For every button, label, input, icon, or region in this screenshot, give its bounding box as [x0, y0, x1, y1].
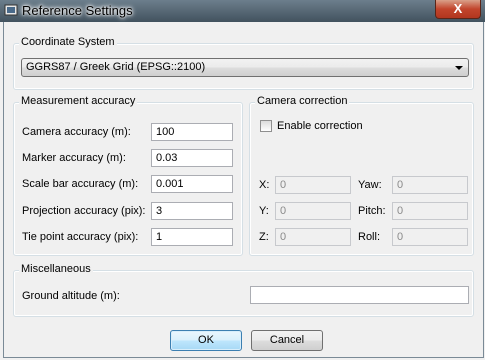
yaw-label: Yaw:	[358, 179, 382, 191]
pitch-input[interactable]: 0	[392, 202, 468, 220]
y-label: Y:	[259, 205, 269, 217]
pitch-label: Pitch:	[358, 205, 386, 217]
tie-point-accuracy-label: Tie point accuracy (pix):	[22, 231, 139, 243]
title-bar[interactable]: Reference Settings X	[0, 0, 485, 22]
camera-correction-group-label: Camera correction	[255, 95, 350, 107]
projection-accuracy-input[interactable]: 3	[151, 202, 233, 220]
chevron-down-icon	[455, 66, 463, 70]
coordinate-system-select[interactable]: GGRS87 / Greek Grid (EPSG::2100)	[21, 58, 469, 77]
enable-correction-checkbox[interactable]	[260, 120, 272, 132]
camera-accuracy-input[interactable]: 100	[151, 123, 233, 141]
z-input[interactable]: 0	[275, 228, 351, 246]
roll-label: Roll:	[358, 231, 381, 243]
cancel-button[interactable]: Cancel	[251, 330, 323, 351]
z-label: Z:	[259, 231, 269, 243]
tie-point-accuracy-input[interactable]: 1	[151, 228, 233, 246]
miscellaneous-group-label: Miscellaneous	[19, 263, 93, 275]
roll-input[interactable]: 0	[392, 228, 468, 246]
app-icon	[4, 4, 18, 16]
enable-correction-label: Enable correction	[277, 120, 363, 132]
marker-accuracy-label: Marker accuracy (m):	[22, 152, 126, 164]
camera-accuracy-label: Camera accuracy (m):	[22, 126, 131, 138]
projection-accuracy-label: Projection accuracy (pix):	[22, 205, 146, 217]
y-input[interactable]: 0	[275, 202, 351, 220]
measurement-accuracy-group-label: Measurement accuracy	[19, 95, 138, 107]
ground-altitude-input[interactable]	[250, 286, 469, 304]
scale-bar-accuracy-input[interactable]: 0.001	[151, 175, 233, 193]
coordinate-system-group-label: Coordinate System	[19, 36, 117, 48]
scale-bar-accuracy-label: Scale bar accuracy (m):	[22, 178, 139, 190]
marker-accuracy-input[interactable]: 0.03	[151, 149, 233, 167]
window-title: Reference Settings	[22, 3, 133, 18]
yaw-input[interactable]: 0	[392, 176, 468, 194]
dialog-body: Coordinate System GGRS87 / Greek Grid (E…	[3, 22, 484, 358]
ok-button[interactable]: OK	[170, 330, 242, 351]
x-input[interactable]: 0	[275, 176, 351, 194]
close-button[interactable]: X	[435, 0, 481, 19]
x-label: X:	[259, 179, 270, 191]
coordinate-system-value: GGRS87 / Greek Grid (EPSG::2100)	[26, 61, 206, 73]
ground-altitude-label: Ground altitude (m):	[22, 290, 120, 302]
